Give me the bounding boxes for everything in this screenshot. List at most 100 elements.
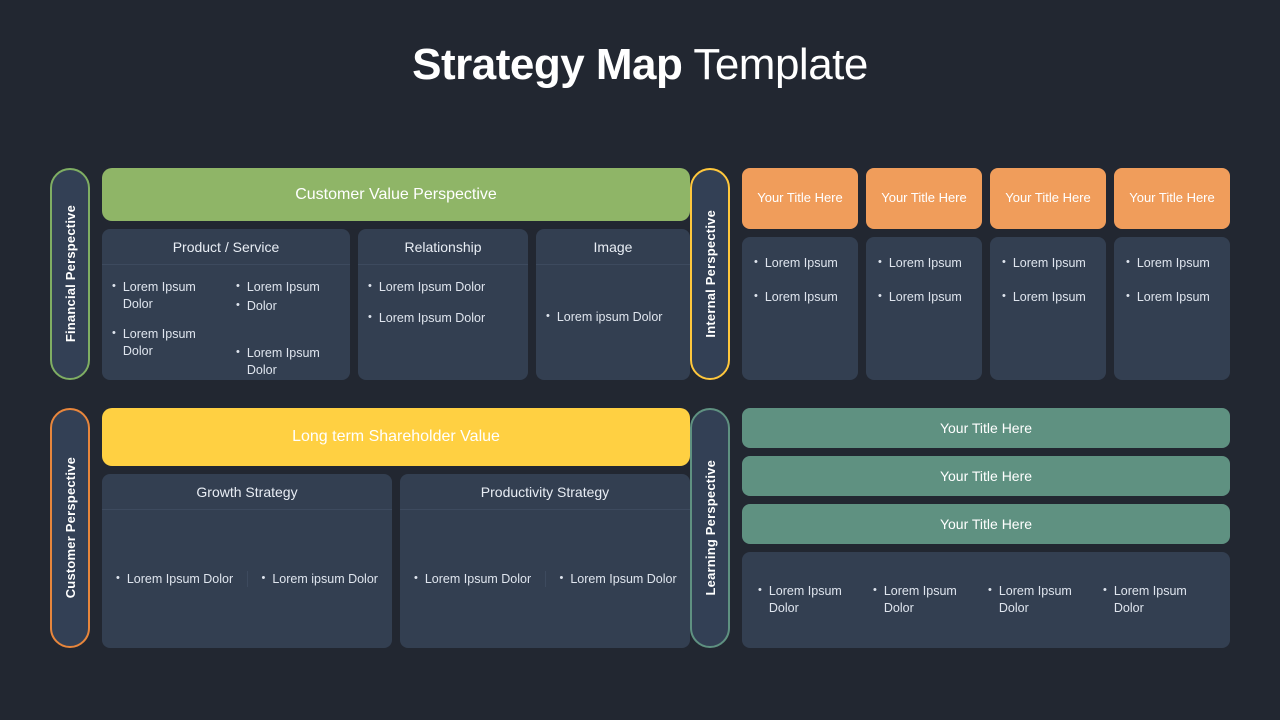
card-relationship[interactable]: Relationship • Lorem Ipsum Dolor • Lorem… (358, 229, 528, 380)
bullet-dot-icon: • (878, 256, 882, 268)
bullet-column: • Lorem Ipsum Dolor (400, 571, 545, 588)
bullet-dot-icon: • (754, 256, 758, 268)
card-productivity-strategy-heading: Productivity Strategy (400, 474, 690, 510)
bullet-dot-icon: • (878, 289, 882, 302)
list-item-text: Lorem Ipsum Dolor (768, 584, 842, 615)
bar-label: Your Title Here (939, 420, 1033, 436)
list-item: • Lorem Ipsum Dolor (112, 279, 220, 312)
bullet-column: • Lorem Ipsum • Lorem Ipsum (1114, 237, 1230, 315)
bullet-column: • Lorem Ipsum Dolor • Lorem Ipsum Dolor (358, 265, 528, 380)
rail-customer-perspective[interactable]: Customer Perspective (50, 408, 90, 648)
bullet-dot-icon: • (112, 327, 116, 340)
quadrant-learning: Learning Perspective Your Title Here You… (690, 408, 1230, 648)
internal-column: Your Title Here • Lorem Ipsum • Lorem Ip… (1114, 168, 1230, 380)
list-item: • Lorem Ipsum (236, 279, 344, 296)
bar-your-title-here-2[interactable]: Your Title Here (742, 456, 1230, 496)
list-item-text: Lorem Ipsum Dolor (126, 571, 234, 586)
banner-shareholder-label: Long term Shareholder Value (292, 428, 500, 445)
banner-long-term-shareholder-value[interactable]: Long term Shareholder Value (102, 408, 690, 466)
bullet-row: • Lorem Ipsum Dolor • Lorem Ipsum Dolor … (758, 583, 1214, 616)
list-item: • Lorem Ipsum (1126, 289, 1224, 306)
banner-customer-value-perspective[interactable]: Customer Value Perspective (102, 168, 690, 221)
list-item-text: Lorem ipsum Dolor (556, 310, 663, 325)
chip-your-title-here[interactable]: Your Title Here (866, 168, 982, 229)
card-internal-bullets[interactable]: • Lorem Ipsum • Lorem Ipsum (1114, 237, 1230, 380)
bullet-dot-icon: • (873, 584, 877, 597)
bar-your-title-here-1[interactable]: Your Title Here (742, 408, 1230, 448)
list-item-text: Lorem ipsum Dolor (272, 571, 378, 586)
learning-panel: Your Title Here Your Title Here Your Tit… (742, 408, 1230, 648)
list-item-text: Lorem Ipsum (764, 256, 838, 270)
chip-your-title-here[interactable]: Your Title Here (1114, 168, 1230, 229)
list-item: • Lorem Ipsum (1126, 255, 1224, 272)
list-item: • Lorem Ipsum (878, 289, 976, 306)
card-productivity-strategy[interactable]: Productivity Strategy • Lorem Ipsum Dolo… (400, 474, 690, 648)
list-item-text: Dolor (246, 298, 277, 313)
list-item: • Lorem Ipsum (754, 255, 852, 272)
list-item: • Lorem Ipsum Dolor (873, 583, 984, 616)
bullet-column: • Lorem ipsum Dolor (246, 570, 393, 588)
customer-panel: Long term Shareholder Value Growth Strat… (102, 408, 690, 648)
internal-column: Your Title Here • Lorem Ipsum • Lorem Ip… (866, 168, 982, 380)
list-item-text: Lorem Ipsum Dolor (424, 571, 532, 586)
rail-financial-label: Financial Perspective (62, 205, 78, 343)
rail-learning-perspective[interactable]: Learning Perspective (690, 408, 730, 648)
list-item-text: Lorem Ipsum Dolor (883, 584, 957, 615)
list-item: • Lorem Ipsum (1002, 289, 1100, 306)
bullet-dot-icon: • (754, 289, 758, 302)
rail-internal-perspective[interactable]: Internal Perspective (690, 168, 730, 380)
list-item-text: Lorem Ipsum (1136, 289, 1210, 304)
internal-column: Your Title Here • Lorem Ipsum • Lorem Ip… (742, 168, 858, 380)
card-productivity-strategy-body: • Lorem Ipsum Dolor • Lorem Ipsum Dolor (400, 510, 690, 648)
bullet-dot-icon: • (1126, 256, 1130, 268)
list-item: • Lorem Ipsum Dolor (116, 571, 241, 588)
list-item: • Lorem Ipsum Dolor (368, 279, 522, 296)
bullet-dot-icon: • (1103, 584, 1107, 597)
card-image-heading: Image (536, 229, 690, 265)
bullet-column: • Lorem Ipsum • Dolor • Lorem Ipsum Dolo… (226, 265, 350, 389)
bullet-dot-icon: • (546, 310, 550, 323)
list-item: • Lorem Ipsum Dolor (560, 571, 685, 588)
card-internal-bullets[interactable]: • Lorem Ipsum • Lorem Ipsum (866, 237, 982, 380)
list-item-text: Lorem Ipsum (246, 280, 320, 294)
bullet-dot-icon: • (368, 280, 372, 292)
card-product-service[interactable]: Product / Service • Lorem Ipsum Dolor • … (102, 229, 350, 380)
list-item: • Lorem Ipsum (878, 255, 976, 272)
bullet-dot-icon: • (559, 571, 564, 584)
card-product-service-heading: Product / Service (102, 229, 350, 265)
bullet-column: • Lorem ipsum Dolor (536, 309, 690, 336)
quadrant-financial: Financial Perspective Customer Value Per… (50, 168, 690, 380)
list-item-text: Lorem Ipsum (1012, 256, 1086, 270)
bullet-column: • Lorem Ipsum Dolor • Lorem Ipsum Dolor (102, 265, 226, 389)
list-item-text: Lorem Ipsum (1136, 256, 1210, 270)
bar-your-title-here-3[interactable]: Your Title Here (742, 504, 1230, 544)
card-growth-strategy[interactable]: Growth Strategy • Lorem Ipsum Dolor • Lo… (102, 474, 392, 648)
card-image[interactable]: Image • Lorem ipsum Dolor (536, 229, 690, 380)
bullet-dot-icon: • (988, 584, 992, 597)
financial-card-row: Product / Service • Lorem Ipsum Dolor • … (102, 229, 690, 380)
card-growth-strategy-body: • Lorem Ipsum Dolor • Lorem ipsum Dolor (102, 510, 392, 648)
list-item: • Lorem Ipsum Dolor (236, 345, 344, 378)
list-item: • Lorem Ipsum Dolor (1103, 583, 1214, 616)
rail-customer-label: Customer Perspective (62, 457, 78, 599)
list-item: • Lorem ipsum Dolor (546, 309, 684, 326)
bullet-dot-icon: • (236, 280, 240, 292)
list-item-text: Lorem Ipsum Dolor (378, 280, 486, 294)
list-item: • Lorem Ipsum Dolor (368, 310, 522, 327)
internal-column: Your Title Here • Lorem Ipsum • Lorem Ip… (990, 168, 1106, 380)
rail-financial-perspective[interactable]: Financial Perspective (50, 168, 90, 380)
bullet-column: • Lorem Ipsum • Lorem Ipsum (866, 237, 982, 315)
list-item: • Lorem ipsum Dolor (262, 571, 387, 588)
card-internal-bullets[interactable]: • Lorem Ipsum • Lorem Ipsum (990, 237, 1106, 380)
chip-your-title-here[interactable]: Your Title Here (742, 168, 858, 229)
card-learning-bullets[interactable]: • Lorem Ipsum Dolor • Lorem Ipsum Dolor … (742, 552, 1230, 648)
bullet-dot-icon: • (1126, 289, 1130, 302)
list-item-text: Lorem Ipsum Dolor (246, 346, 320, 377)
card-internal-bullets[interactable]: • Lorem Ipsum • Lorem Ipsum (742, 237, 858, 380)
chip-your-title-here[interactable]: Your Title Here (990, 168, 1106, 229)
internal-column-row: Your Title Here • Lorem Ipsum • Lorem Ip… (742, 168, 1230, 380)
bullet-dot-icon: • (236, 346, 240, 359)
card-relationship-body: • Lorem Ipsum Dolor • Lorem Ipsum Dolor (358, 265, 528, 380)
quadrant-customer: Customer Perspective Long term Sharehold… (50, 408, 690, 648)
list-item-text: Lorem Ipsum (764, 289, 838, 304)
